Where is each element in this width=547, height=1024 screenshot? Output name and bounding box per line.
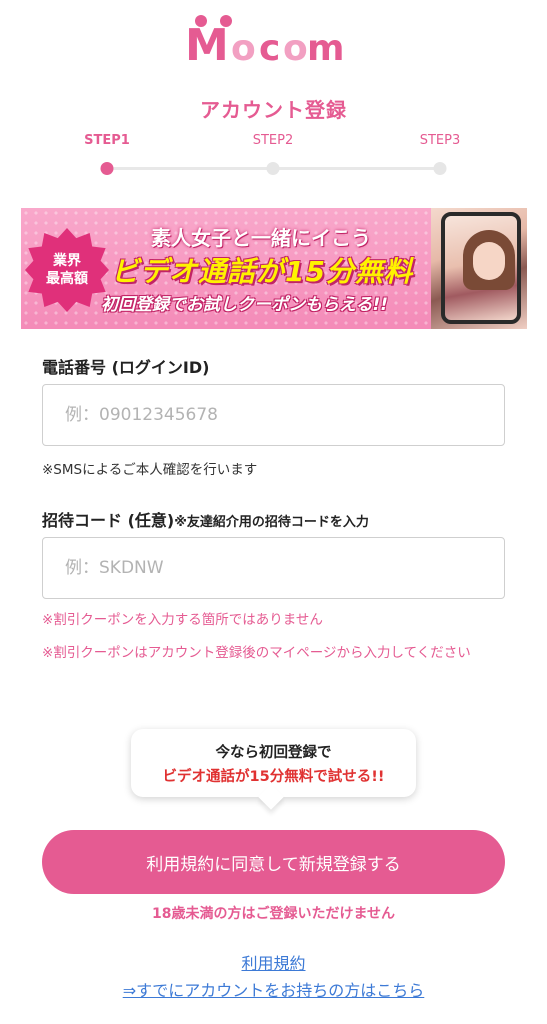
bubble-line-2: ビデオ通話が15分無料で試せる!! (162, 769, 385, 785)
age-restriction-note: 18歳未満の方はご登録いただけません (151, 906, 396, 922)
mocom-logo[interactable]: M o c o m (0, 8, 547, 70)
banner-main-offer: ビデオ通話が15分無料 (111, 255, 413, 288)
step-label-1: STEP1 (84, 133, 130, 148)
svg-text:M: M (185, 20, 229, 70)
logo-mark: M o c o m (185, 15, 345, 70)
banner-model-photo (431, 208, 527, 329)
register-button[interactable]: 利用規約に同意して新規登録する (42, 830, 505, 894)
existing-account-link[interactable]: ⇒すでにアカウントをお持ちの方はこちら (0, 977, 547, 1001)
svg-text:o: o (283, 28, 308, 69)
page-title: アカウント登録 (200, 98, 347, 122)
invite-label-main: 招待コード (任意) (42, 511, 175, 530)
badge-line-2: 最高額 (46, 271, 88, 287)
sms-verification-note: ※SMSによるご本人確認を行います (42, 462, 258, 478)
invite-label-sub: ※友達紹介用の招待コードを入力 (174, 515, 369, 530)
svg-text:m: m (307, 28, 345, 69)
phone-field-label: 電話番号 (ログインID) (42, 358, 210, 377)
bubble-line-1: 今なら初回登録で (215, 745, 332, 761)
svg-text:o: o (231, 28, 256, 69)
invite-code-input[interactable] (42, 537, 505, 599)
badge-line-1: 業界 (53, 253, 81, 269)
phone-number-input[interactable] (42, 384, 505, 446)
step-indicator: STEP1 STEP2 STEP3 (0, 133, 547, 183)
coupon-warning-note: ※割引クーポンを入力する箇所ではありません (42, 612, 323, 628)
invite-field-label: 招待コード (任意)※友達紹介用の招待コードを入力 (42, 507, 369, 531)
coupon-location-note: ※割引クーポンはアカウント登録後のマイページから入力してください (42, 645, 471, 661)
terms-link[interactable]: 利用規約 (0, 950, 547, 974)
banner-badge: 業界 最高額 (25, 228, 109, 312)
phone-frame (441, 212, 521, 324)
step-label-3: STEP3 (419, 133, 461, 148)
step-dot-3 (433, 162, 447, 175)
step-dot-2 (266, 162, 280, 175)
banner-headline: 素人女子と一緒にイこう (151, 226, 371, 250)
svg-text:c: c (259, 28, 280, 69)
step-dot-1 (100, 162, 114, 175)
promo-banner[interactable]: 業界 最高額 素人女子と一緒にイこう ビデオ通話が15分無料 初回登録でお試しク… (21, 208, 527, 329)
step-label-2: STEP2 (252, 133, 294, 148)
promo-speech-bubble: 今なら初回登録で ビデオ通話が15分無料で試せる!! (131, 729, 416, 797)
banner-subline: 初回登録でお試しクーポンもらえる!! (101, 295, 388, 315)
